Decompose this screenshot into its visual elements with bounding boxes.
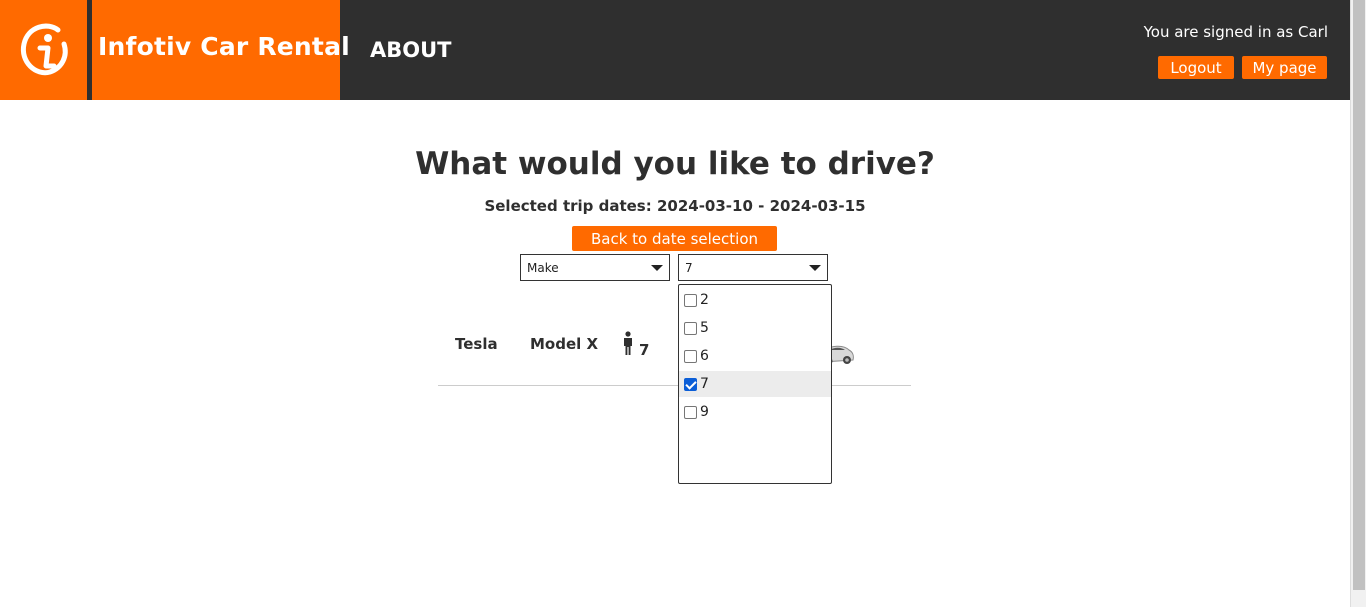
page-scrollbar[interactable] — [1350, 0, 1366, 607]
checkbox-checked[interactable] — [684, 377, 697, 391]
logo-divider — [87, 0, 92, 100]
seats-option[interactable]: 5 — [679, 315, 831, 341]
infotiv-logo-icon — [20, 23, 68, 76]
seats-dropdown-list: 2 5 6 7 9 — [678, 284, 832, 484]
chevron-down-icon — [809, 265, 821, 271]
seats-option-label: 2 — [700, 292, 709, 308]
nav-about-link[interactable]: ABOUT — [370, 38, 452, 62]
seats-option-label: 6 — [700, 348, 709, 364]
seats-select[interactable]: 7 — [678, 254, 828, 281]
checkbox[interactable] — [684, 321, 697, 335]
logo-area[interactable]: Infotiv Car Rental — [0, 0, 350, 100]
seats-option[interactable]: 2 — [679, 287, 831, 313]
checkbox[interactable] — [684, 349, 697, 363]
person-icon — [624, 331, 632, 355]
brand-title[interactable]: Infotiv Car Rental — [98, 32, 350, 61]
make-select-value: Make — [527, 261, 559, 275]
seats-option-label: 7 — [700, 376, 709, 392]
logout-button[interactable]: Logout — [1158, 56, 1234, 79]
car-model: Model X — [530, 335, 599, 353]
make-select[interactable]: Make — [520, 254, 670, 281]
car-seats: 7 — [639, 341, 650, 359]
selected-trip-dates: Selected trip dates: 2024-03-10 - 2024-0… — [484, 197, 866, 215]
back-to-date-selection-button[interactable]: Back to date selection — [572, 226, 777, 251]
car-list-row[interactable]: Tesla Model X 7 — [438, 320, 911, 386]
signed-in-text: You are signed in as Carl — [1143, 23, 1328, 41]
page-title: What would you like to drive? — [415, 146, 935, 182]
seats-option[interactable]: 6 — [679, 343, 831, 369]
seats-option[interactable]: 9 — [679, 399, 831, 425]
chevron-down-icon — [651, 265, 663, 271]
seats-option[interactable]: 7 — [679, 371, 831, 397]
checkbox[interactable] — [684, 405, 697, 419]
scrollbar-thumb[interactable] — [1353, 0, 1365, 590]
my-page-button[interactable]: My page — [1242, 56, 1327, 79]
car-make: Tesla — [455, 335, 498, 353]
seats-select-value: 7 — [685, 261, 693, 275]
checkbox[interactable] — [684, 293, 697, 307]
seats-option-label: 5 — [700, 320, 709, 336]
seats-option-label: 9 — [700, 404, 709, 420]
top-header: Infotiv Car Rental ABOUT You are signed … — [0, 0, 1350, 100]
